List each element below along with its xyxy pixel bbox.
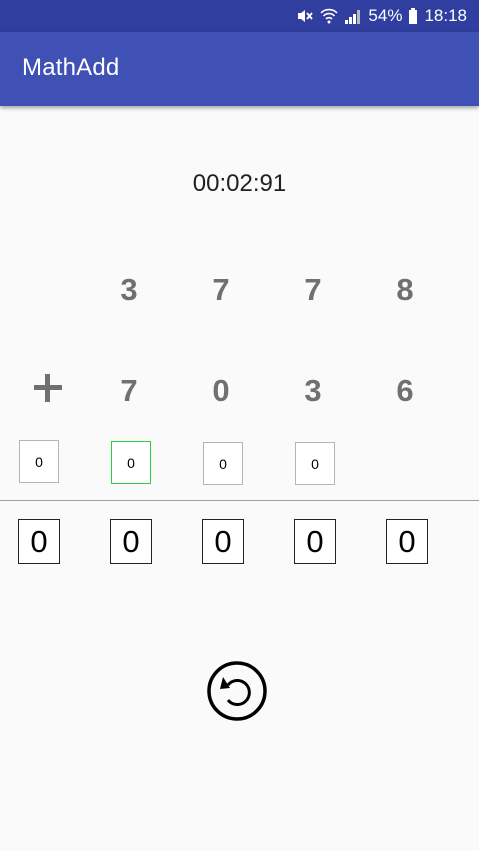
status-time: 18:18 xyxy=(424,6,467,25)
top-digit: 7 xyxy=(304,272,322,307)
result-input[interactable]: 0 xyxy=(18,519,60,564)
carry-input-active[interactable]: 0 xyxy=(111,441,151,484)
battery-icon xyxy=(409,8,418,24)
reset-button[interactable] xyxy=(206,661,268,721)
reset-icon xyxy=(207,661,267,721)
bottom-digit: 6 xyxy=(396,373,414,408)
result-input[interactable]: 0 xyxy=(294,519,336,564)
carry-input[interactable]: 0 xyxy=(19,440,59,483)
status-bar: 54% 18:18 xyxy=(0,0,479,32)
bottom-digit: 0 xyxy=(212,373,230,408)
result-input[interactable]: 0 xyxy=(386,519,428,564)
app-bar: MathAdd xyxy=(0,32,479,106)
mute-icon xyxy=(298,10,314,22)
result-input[interactable]: 0 xyxy=(110,519,152,564)
app-title: MathAdd xyxy=(22,54,120,81)
top-digit: 8 xyxy=(396,272,414,307)
battery-percent: 54% xyxy=(368,6,403,25)
plus-icon xyxy=(28,368,68,408)
wifi-icon xyxy=(320,8,339,24)
timer: 00:02:91 xyxy=(192,170,287,197)
result-input[interactable]: 0 xyxy=(202,519,244,564)
bottom-digit: 3 xyxy=(304,373,322,408)
top-digit: 7 xyxy=(212,272,230,307)
bottom-digit: 7 xyxy=(120,373,138,408)
carry-input[interactable]: 0 xyxy=(203,442,243,485)
carry-input[interactable]: 0 xyxy=(295,442,335,485)
signal-icon xyxy=(345,10,361,24)
sum-divider xyxy=(0,500,479,501)
top-digit: 3 xyxy=(120,272,138,307)
